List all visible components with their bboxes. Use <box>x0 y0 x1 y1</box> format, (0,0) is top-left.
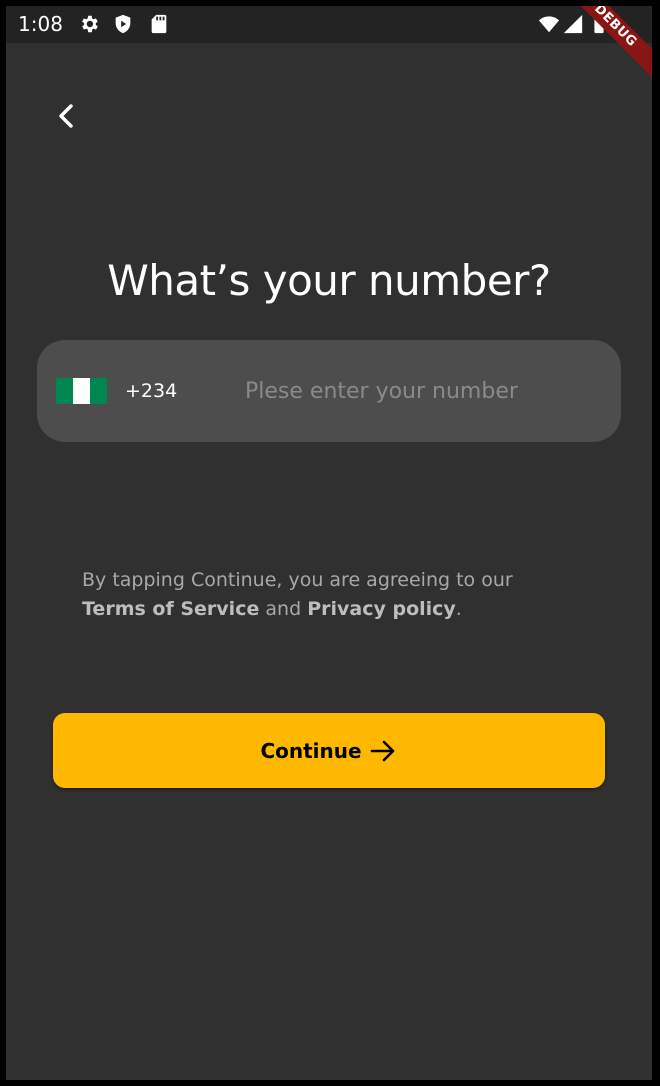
phone-number-input[interactable] <box>237 374 623 408</box>
status-bar: 1:08 DEBUG <box>6 6 652 87</box>
privacy-policy-link[interactable]: Privacy policy <box>307 598 456 620</box>
terms-suffix: . <box>455 598 462 620</box>
phone-number-field: +234 <box>37 340 623 442</box>
flag-green-stripe <box>90 378 107 404</box>
terms-conjunction: and <box>265 598 302 620</box>
flag-white-stripe <box>73 378 90 404</box>
gear-icon <box>82 15 98 33</box>
app-screen: 1:08 DEBUG What’s your number? +234 Ples… <box>6 6 652 1080</box>
terms-of-service-link[interactable]: Terms of Service <box>82 598 259 620</box>
shield-play-icon <box>115 14 131 34</box>
terms-prefix: By tapping Continue, you are agreeing to… <box>82 569 513 591</box>
continue-label: Continue <box>260 738 362 763</box>
arrow-right-icon <box>370 740 394 761</box>
page-title: What’s your number? <box>107 256 551 305</box>
cellular-signal-icon <box>563 14 583 34</box>
wifi-icon <box>538 16 560 33</box>
chevron-left-icon[interactable] <box>44 94 88 138</box>
nigeria-flag-icon[interactable] <box>56 378 107 404</box>
status-time: 1:08 <box>18 12 63 36</box>
sd-card-icon <box>151 14 167 34</box>
country-code[interactable]: +234 <box>125 379 177 403</box>
continue-button[interactable]: Continue <box>53 713 605 788</box>
flag-green-stripe <box>56 378 73 404</box>
terms-text: By tapping Continue, you are agreeing to… <box>82 566 582 624</box>
